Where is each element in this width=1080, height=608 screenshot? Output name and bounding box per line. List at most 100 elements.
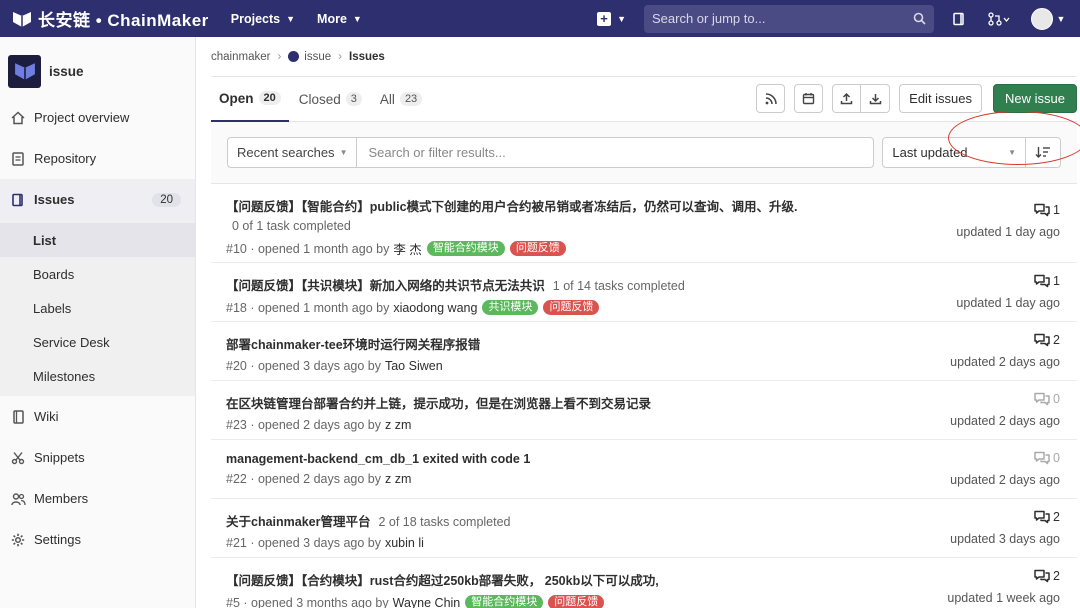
issue-row[interactable]: 【问题反馈】【智能合约】public模式下创建的用户合约被吊销或者冻结后，仍然可… [211,184,1077,263]
global-search-input[interactable]: Search or jump to... [644,4,934,33]
tab-open[interactable]: Open 20 [211,77,289,122]
export-issues-button[interactable] [861,84,891,113]
more-dropdown[interactable]: More ▼ [317,12,362,26]
sidebar-subitem-labels[interactable]: Labels [0,291,195,325]
issue-label[interactable]: 智能合约模块 [465,595,544,608]
sidebar-item-snippets[interactable]: Snippets [0,437,195,478]
project-dot-icon [288,51,300,62]
sidebar-item-project-overview[interactable]: Project overview [0,97,195,138]
issue-author-link[interactable]: z zm [385,418,411,432]
updated-time: updated 2 days ago [950,355,1060,369]
sidebar-item-label: Wiki [34,409,59,424]
recent-searches-dropdown[interactable]: Recent searches ▼ [227,137,358,168]
rss-feed-button[interactable] [756,84,786,113]
projects-label: Projects [230,11,281,26]
sidebar-item-repository[interactable]: Repository [0,138,195,179]
issue-author-link[interactable]: Tao Siwen [385,359,443,373]
issue-title-link[interactable]: 【问题反馈】【合约模块】rust合约超过250kb部署失败， 250kb以下可以… [226,574,659,588]
brand-logo[interactable]: 长安链 • ChainMaker [12,6,209,31]
issue-author-link[interactable]: Wayne Chin [393,596,461,608]
issue-row[interactable]: 关于chainmaker管理平台 2 of 18 tasks completed #… [211,499,1077,558]
project-name: issue [49,63,84,79]
breadcrumb-project-link[interactable]: issue [304,51,331,63]
breadcrumb-current[interactable]: Issues [349,51,385,63]
calendar-icon [802,93,815,105]
issues-nav-icon[interactable] [948,8,970,30]
comments-link[interactable]: 2 [950,510,1060,524]
tab-count: 20 [258,91,281,105]
issue-status: 2 updated 1 week ago [947,569,1060,605]
comments-link[interactable]: 2 [947,569,1060,583]
issue-author-link[interactable]: z zm [385,472,411,486]
issue-label[interactable]: 共识模块 [482,300,539,315]
breadcrumb-group-link[interactable]: chainmaker [211,51,270,63]
updated-time: updated 2 days ago [950,473,1060,487]
issue-row[interactable]: 【问题反馈】【合约模块】rust合约超过250kb部署失败， 250kb以下可以… [211,558,1077,608]
new-item-dropdown[interactable]: + ▼ [597,11,626,26]
issue-title-link[interactable]: 【问题反馈】【共识模块】新加入网络的共识节点无法共识 [226,279,545,293]
comment-count: 2 [1053,333,1060,347]
issue-label[interactable]: 问题反馈 [543,300,600,315]
sidebar-item-issues[interactable]: Issues 20 [0,179,195,220]
issue-reference: #23 · opened 2 days ago by [226,418,381,432]
updated-time: updated 3 days ago [950,532,1060,546]
edit-issues-button[interactable]: Edit issues [899,84,983,113]
comments-link[interactable]: 0 [950,451,1060,465]
filter-search-input[interactable]: Search or filter results... [357,137,875,168]
sidebar-subitem-service-desk[interactable]: Service Desk [0,325,195,359]
annotation-ring [948,111,1080,165]
tab-closed[interactable]: Closed 3 [291,77,370,122]
issue-title-link[interactable]: 【问题反馈】【智能合约】public模式下创建的用户合约被吊销或者冻结后，仍然可… [226,200,798,214]
issue-author-link[interactable]: xubin li [385,536,424,550]
projects-dropdown[interactable]: Projects ▼ [231,12,295,26]
issue-title-link[interactable]: 关于chainmaker管理平台 [226,515,370,529]
sidebar-subitem-boards[interactable]: Boards [0,257,195,291]
sidebar-subitem-list[interactable]: List [0,223,195,257]
gear-icon [10,532,26,548]
issue-label[interactable]: 问题反馈 [548,595,605,608]
issue-title-link[interactable]: 在区块链管理台部署合约并上链，提示成功，但是在浏览器上看不到交易记录 [226,397,651,411]
issue-label[interactable]: 问题反馈 [509,241,566,256]
import-issues-button[interactable] [832,84,862,113]
comment-count: 0 [1053,451,1060,465]
issue-row[interactable]: 部署chainmaker-tee环境时运行网关程序报错 #20 · opened … [211,322,1077,381]
issue-label[interactable]: 智能合约模块 [426,241,505,256]
breadcrumb: chainmaker › issue › Issues [211,37,1077,77]
upload-icon [840,92,853,105]
issue-title-link[interactable]: management-backend_cm_db_1 exited with c… [226,452,530,466]
sidebar-project-header[interactable]: issue [0,45,195,97]
sidebar-item-label: Issues [34,192,75,207]
issue-row[interactable]: 【问题反馈】【共识模块】新加入网络的共识节点无法共识 1 of 14 tasks … [211,263,1077,322]
user-avatar [1030,7,1053,30]
comments-icon [1034,392,1050,406]
issue-author-link[interactable]: 李 杰 [393,239,421,258]
tab-label: Open [219,90,254,106]
comments-link[interactable]: 2 [950,333,1060,347]
issue-title-link[interactable]: 部署chainmaker-tee环境时运行网关程序报错 [226,338,480,352]
user-menu[interactable]: ▼ [1028,7,1068,30]
issue-reference: #10 · opened 1 month ago by [226,241,390,256]
comments-link[interactable]: 1 [956,274,1060,288]
sidebar-item-members[interactable]: Members [0,478,195,519]
task-progress: 1 of 14 tasks completed [552,279,685,293]
chevron-down-icon: ▼ [1056,13,1066,24]
new-issue-button[interactable]: New issue [993,84,1077,113]
issue-row[interactable]: 在区块链管理台部署合约并上链，提示成功，但是在浏览器上看不到交易记录 #23 · … [211,381,1077,440]
comments-icon [1034,333,1050,347]
merge-requests-nav-icon[interactable] [984,8,1014,30]
task-progress: 0 of 1 task completed [232,219,351,233]
comment-count: 2 [1053,569,1060,583]
issue-author-link[interactable]: xiaodong wang [393,301,477,315]
tab-all[interactable]: All 23 [372,77,430,122]
comments-link[interactable]: 1 [956,203,1060,217]
calendar-feed-button[interactable] [794,84,824,113]
issue-reference: #22 · opened 2 days ago by [226,472,381,486]
sidebar-item-wiki[interactable]: Wiki [0,396,195,437]
issue-row[interactable]: management-backend_cm_db_1 exited with c… [211,440,1077,499]
issue-reference: #5 · opened 3 months ago by [226,595,389,608]
sidebar-item-settings[interactable]: Settings [0,519,195,560]
comments-link[interactable]: 0 [950,392,1060,406]
sidebar-subitem-milestones[interactable]: Milestones [0,359,195,393]
sidebar-item-label: Snippets [34,450,85,465]
issue-list: 【问题反馈】【智能合约】public模式下创建的用户合约被吊销或者冻结后，仍然可… [211,184,1077,608]
